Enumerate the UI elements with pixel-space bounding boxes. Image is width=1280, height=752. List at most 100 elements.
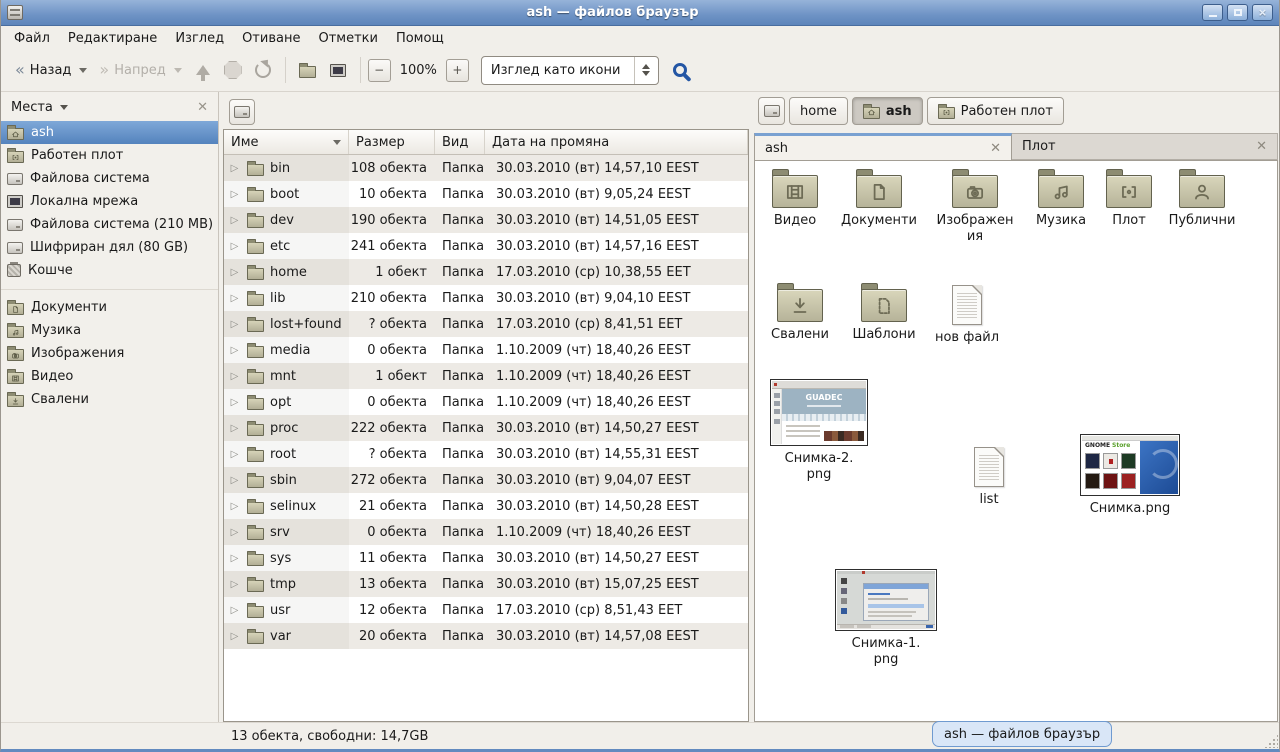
table-row[interactable]: ▷home1 обектПапка17.03.2010 (ср) 10,38,5… [224,259,748,285]
table-row[interactable]: ▷boot10 обектаПапка30.03.2010 (вт) 9,05,… [224,181,748,207]
expander-icon[interactable]: ▷ [228,605,241,616]
table-row[interactable]: ▷sys11 обектаПапка30.03.2010 (вт) 14,50,… [224,545,748,571]
icon-item-4[interactable]: Плот [1093,169,1165,229]
icon-item-10[interactable]: list [949,447,1029,508]
table-row[interactable]: ▷lib210 обектаПапка30.03.2010 (вт) 9,04,… [224,285,748,311]
tab-close-icon[interactable]: ✕ [990,141,1001,156]
icon-item-11[interactable]: GNOMEStoreСнимка.png [1076,434,1184,517]
computer-button[interactable] [323,55,353,85]
zoom-in-button[interactable]: + [446,59,469,82]
expander-icon[interactable]: ▷ [228,553,241,564]
icon-item-0[interactable]: Видео [755,169,835,229]
expander-icon[interactable]: ▷ [228,215,241,226]
sidebar-item-1[interactable]: Работен плот [1,144,218,167]
table-row[interactable]: ▷root? обектаПапка30.03.2010 (вт) 14,55,… [224,441,748,467]
table-row[interactable]: ▷tmp13 обектаПапка30.03.2010 (вт) 15,07,… [224,571,748,597]
expander-icon[interactable]: ▷ [228,267,241,278]
expander-icon[interactable]: ▷ [228,189,241,200]
reload-button[interactable] [248,55,278,85]
table-row[interactable]: ▷srv0 обектаПапка1.10.2009 (чт) 18,40,26… [224,519,748,545]
icon-item-1[interactable]: Документи [837,169,921,229]
view-mode-spinner[interactable] [634,57,658,84]
expander-icon[interactable]: ▷ [228,293,241,304]
close-button[interactable]: × [1252,4,1273,21]
column-header-name[interactable]: Име [224,130,349,154]
view-mode-select[interactable]: Изглед като икони [481,56,659,85]
table-row[interactable]: ▷dev190 обектаПапка30.03.2010 (вт) 14,51… [224,207,748,233]
icon-item-3[interactable]: Музика [1021,169,1101,229]
chevron-down-icon[interactable] [60,105,68,110]
expander-icon[interactable]: ▷ [228,371,241,382]
menu-item-1[interactable]: Редактиране [59,29,166,48]
expander-icon[interactable]: ▷ [228,527,241,538]
sidebar-item-4[interactable]: Файлова система (210 MB) [1,213,218,236]
expander-icon[interactable]: ▷ [228,449,241,460]
sidebar-item-12[interactable]: Свалени [1,388,218,411]
expander-icon[interactable]: ▷ [228,579,241,590]
table-row[interactable]: ▷usr12 обектаПапка17.03.2010 (ср) 8,51,4… [224,597,748,623]
back-dropdown-icon[interactable] [79,68,87,73]
table-row[interactable]: ▷var20 обектаПапка30.03.2010 (вт) 14,57,… [224,623,748,649]
forward-button[interactable]: » Напред [93,54,187,86]
home-button[interactable] [293,55,323,85]
table-row[interactable]: ▷selinux21 обектаПапка30.03.2010 (вт) 14… [224,493,748,519]
icon-item-8[interactable]: нов файл [927,285,1007,346]
path-button-Работен плот[interactable]: Работен плот [927,97,1064,125]
column-header-size[interactable]: Размер [349,130,435,154]
table-row[interactable]: ▷sbin272 обектаПапка30.03.2010 (вт) 9,04… [224,467,748,493]
sidebar-item-8[interactable]: Документи [1,296,218,319]
menu-item-5[interactable]: Помощ [387,29,453,48]
menu-item-0[interactable]: Файл [5,29,59,48]
sidebar-item-9[interactable]: Музика [1,319,218,342]
expander-icon[interactable]: ▷ [228,475,241,486]
icon-view[interactable]: ВидеоДокументиИзображен ияМузикаПлотПубл… [754,160,1278,722]
menu-item-2[interactable]: Изглед [166,29,233,48]
zoom-out-button[interactable]: − [368,59,391,82]
sidebar-item-6[interactable]: Кошче [1,259,218,282]
sidebar-item-11[interactable]: Видео [1,365,218,388]
sidebar-item-10[interactable]: Изображения [1,342,218,365]
expander-icon[interactable]: ▷ [228,345,241,356]
expander-icon[interactable]: ▷ [228,631,241,642]
icon-item-9[interactable]: GUADECСнимка-2. png [766,379,872,483]
sidebar-item-2[interactable]: Файлова система [1,167,218,190]
icon-item-12[interactable]: Снимка-1. png [831,569,941,668]
icon-item-5[interactable]: Публични [1162,169,1242,229]
path-button-home[interactable]: home [789,97,848,125]
path-button-root[interactable] [758,97,785,125]
table-row[interactable]: ▷media0 обектаПапка1.10.2009 (чт) 18,40,… [224,337,748,363]
table-row[interactable]: ▷lost+found? обектаПапка17.03.2010 (ср) … [224,311,748,337]
column-header-modified[interactable]: Дата на промяна [485,130,748,154]
column-header-type[interactable]: Вид [435,130,485,154]
search-icon[interactable] [673,63,687,77]
icon-item-7[interactable]: Шаблони [844,283,924,343]
table-row[interactable]: ▷proc222 обектаПапка30.03.2010 (вт) 14,5… [224,415,748,441]
tab-ash[interactable]: ash ✕ [754,133,1012,160]
maximize-button[interactable] [1227,4,1248,21]
sidebar-title[interactable]: Места [11,100,53,115]
table-row[interactable]: ▷etc241 обектаПапка30.03.2010 (вт) 14,57… [224,233,748,259]
table-row[interactable]: ▷mnt1 обектПапка1.10.2009 (чт) 18,40,26 … [224,363,748,389]
expander-icon[interactable]: ▷ [228,397,241,408]
expander-icon[interactable]: ▷ [228,423,241,434]
menu-item-4[interactable]: Отметки [309,29,386,48]
icon-item-6[interactable]: Свалени [760,283,840,343]
root-location-button[interactable] [229,99,255,125]
tab-close-icon[interactable]: ✕ [1256,139,1267,154]
stop-button[interactable] [218,55,248,85]
icon-item-2[interactable]: Изображен ия [927,169,1023,245]
expander-icon[interactable]: ▷ [228,241,241,252]
minimize-button[interactable] [1202,4,1223,21]
path-button-ash[interactable]: ash [852,97,923,125]
expander-icon[interactable]: ▷ [228,319,241,330]
up-button[interactable] [188,55,218,85]
sidebar-close-icon[interactable]: ✕ [197,100,208,115]
expander-icon[interactable]: ▷ [228,501,241,512]
table-row[interactable]: ▷opt0 обектаПапка1.10.2009 (чт) 18,40,26… [224,389,748,415]
menu-item-3[interactable]: Отиване [233,29,309,48]
sidebar-item-5[interactable]: Шифриран дял (80 GB) [1,236,218,259]
sidebar-item-0[interactable]: ash [1,121,218,144]
forward-dropdown-icon[interactable] [174,68,182,73]
table-row[interactable]: ▷bin108 обектаПапка30.03.2010 (вт) 14,57… [224,155,748,181]
expander-icon[interactable]: ▷ [228,163,241,174]
